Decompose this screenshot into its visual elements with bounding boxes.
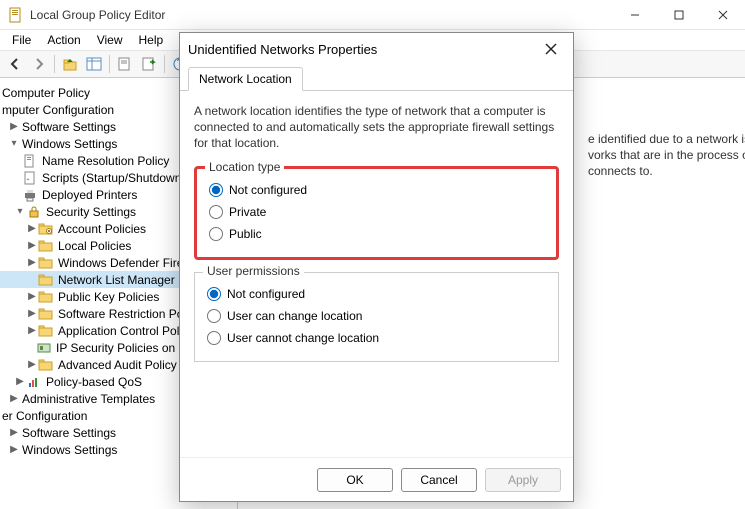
radio-perm-cannot-change[interactable]: User cannot change location (207, 327, 546, 349)
group-legend: Location type (205, 160, 284, 174)
expander-icon[interactable]: ▶ (14, 376, 26, 387)
folder-icon (38, 255, 54, 271)
menu-view[interactable]: View (89, 31, 131, 49)
radio-input[interactable] (209, 205, 223, 219)
close-button[interactable] (701, 0, 745, 30)
folder-icon (38, 272, 54, 288)
dialog-title: Unidentified Networks Properties (188, 42, 537, 57)
toolbar-separator (109, 55, 110, 73)
properties-dialog: Unidentified Networks Properties Network… (179, 32, 574, 502)
cancel-button[interactable]: Cancel (401, 468, 477, 492)
folder-icon (38, 221, 54, 237)
printer-icon (22, 187, 38, 203)
content-text: e identified due to a network issu (588, 132, 737, 146)
menu-action[interactable]: Action (39, 31, 88, 49)
tab-network-location[interactable]: Network Location (188, 67, 303, 91)
apply-button[interactable]: Apply (485, 468, 561, 492)
forward-button[interactable] (28, 53, 50, 75)
dialog-tabs: Network Location (180, 65, 573, 91)
folder-icon (38, 238, 54, 254)
radio-input[interactable] (207, 287, 221, 301)
minimize-button[interactable] (613, 0, 657, 30)
expander-icon[interactable]: ▶ (26, 291, 38, 302)
export-button[interactable] (138, 53, 160, 75)
window-title: Local Group Policy Editor (30, 8, 613, 22)
radio-private[interactable]: Private (209, 201, 544, 223)
folder-icon (38, 289, 54, 305)
toolbar-separator (54, 55, 55, 73)
content-text: connects to. (588, 164, 737, 178)
expander-icon[interactable]: ▶ (8, 444, 20, 455)
app-icon (8, 7, 24, 23)
radio-public[interactable]: Public (209, 223, 544, 245)
expander-icon[interactable]: ▶ (8, 427, 20, 438)
dialog-button-row: OK Cancel Apply (180, 457, 573, 501)
expander-icon[interactable]: ▶ (8, 393, 20, 404)
back-button[interactable] (4, 53, 26, 75)
expander-icon[interactable]: ▶ (8, 121, 20, 132)
radio-perm-not-configured[interactable]: Not configured (207, 283, 546, 305)
dialog-description: A network location identifies the type o… (194, 103, 559, 152)
group-user-permissions: User permissions Not configured User can… (194, 272, 559, 362)
policy-icon (22, 153, 38, 169)
group-location-type: Location type Not configured Private Pub… (194, 166, 559, 260)
maximize-button[interactable] (657, 0, 701, 30)
script-icon (22, 170, 38, 186)
up-button[interactable] (59, 53, 81, 75)
radio-perm-can-change[interactable]: User can change location (207, 305, 546, 327)
content-text: vorks that are in the process of be (588, 148, 737, 162)
dialog-close-button[interactable] (537, 35, 565, 63)
folder-icon (38, 357, 54, 373)
show-hide-button[interactable] (83, 53, 105, 75)
security-icon (26, 204, 42, 220)
ok-button[interactable]: OK (317, 468, 393, 492)
expander-icon[interactable]: ▶ (26, 325, 38, 336)
expander-icon[interactable]: ▶ (26, 240, 38, 251)
radio-input[interactable] (207, 331, 221, 345)
expander-icon[interactable]: ▾ (14, 206, 26, 217)
radio-not-configured[interactable]: Not configured (209, 179, 544, 201)
group-legend: User permissions (203, 264, 304, 278)
folder-icon (38, 323, 54, 339)
expander-icon[interactable]: ▶ (26, 223, 38, 234)
expander-icon[interactable]: ▾ (8, 138, 20, 149)
radio-input[interactable] (207, 309, 221, 323)
folder-icon (38, 306, 54, 322)
radio-input[interactable] (209, 227, 223, 241)
radio-input[interactable] (209, 183, 223, 197)
toolbar-separator (164, 55, 165, 73)
expander-icon[interactable]: ▶ (26, 359, 38, 370)
expander-icon[interactable]: ▶ (26, 308, 38, 319)
refresh-button[interactable] (114, 53, 136, 75)
dialog-titlebar: Unidentified Networks Properties (180, 33, 573, 65)
qos-icon (26, 374, 42, 390)
ipsec-icon (36, 340, 52, 356)
menu-help[interactable]: Help (131, 31, 172, 49)
menu-file[interactable]: File (4, 31, 39, 49)
window-titlebar: Local Group Policy Editor (0, 0, 745, 30)
expander-icon[interactable]: ▶ (26, 257, 38, 268)
